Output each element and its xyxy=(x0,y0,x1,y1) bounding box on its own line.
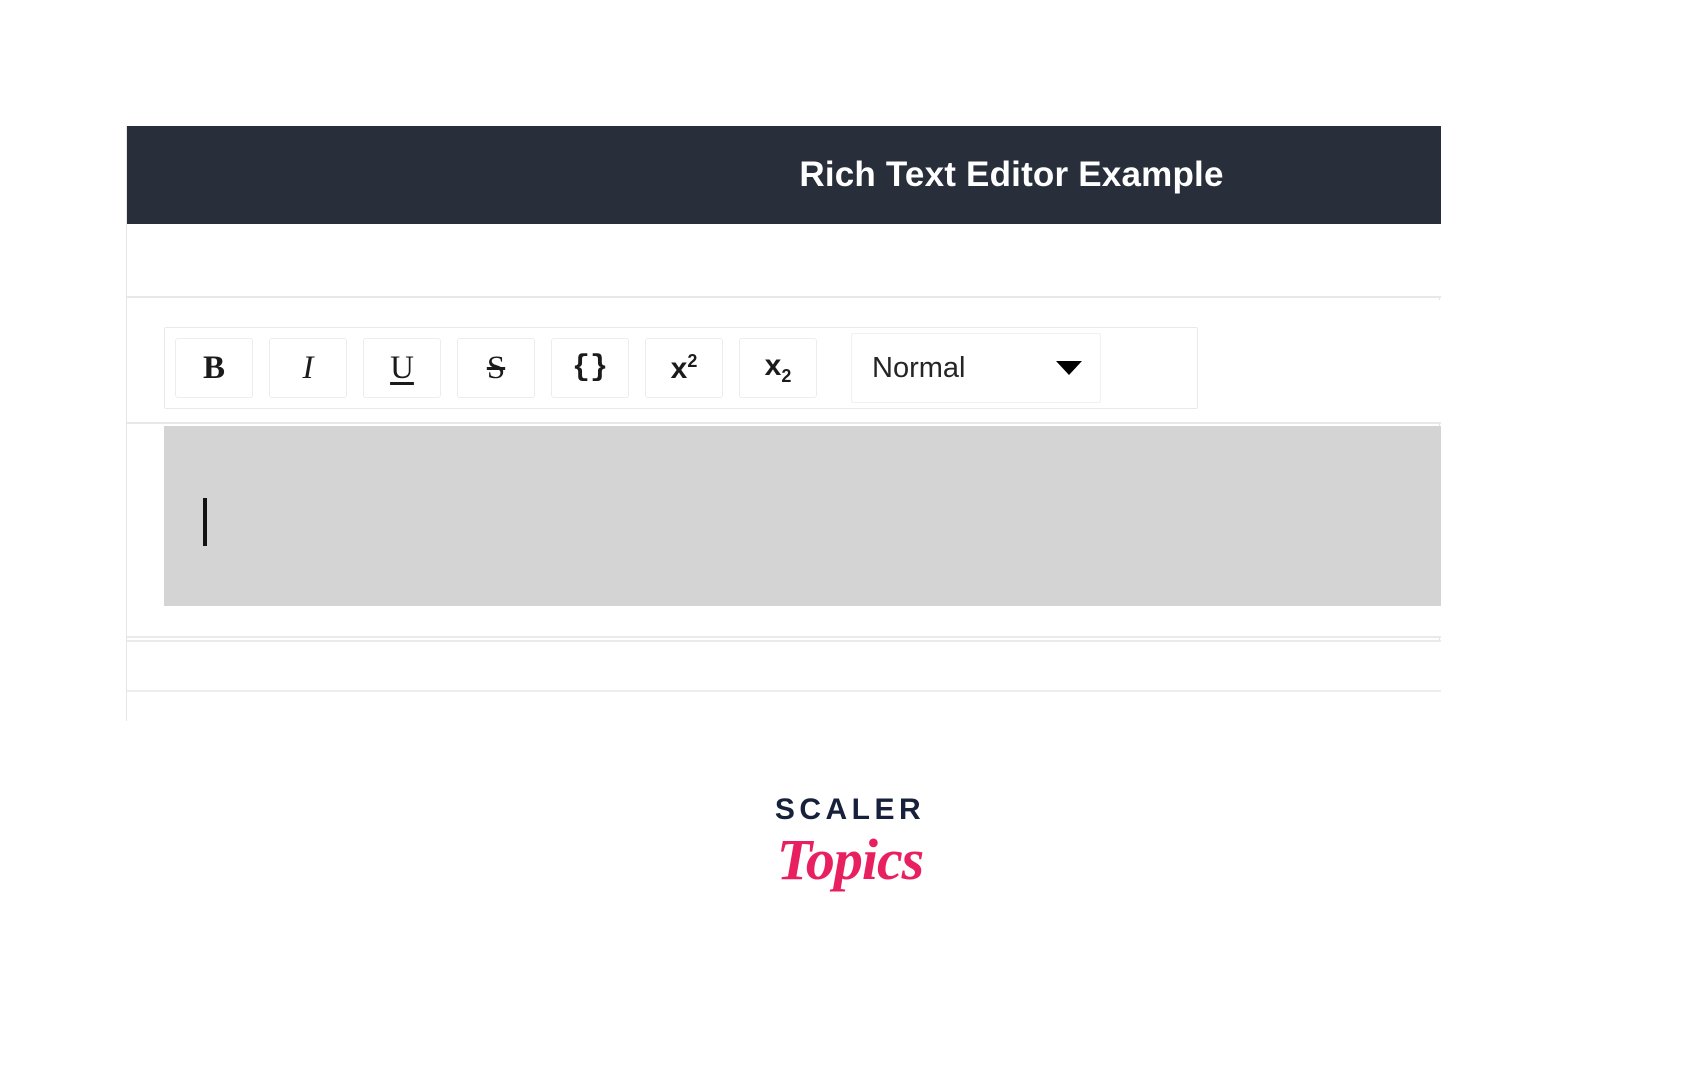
chevron-down-icon xyxy=(1056,361,1082,375)
subscript-base: x xyxy=(764,349,782,382)
editor-header: Rich Text Editor Example xyxy=(127,126,1441,224)
bold-icon: B xyxy=(202,349,225,386)
underline-button[interactable]: U xyxy=(363,338,441,398)
subscript-button[interactable]: x2 xyxy=(739,338,817,398)
format-select[interactable]: Normal xyxy=(851,333,1101,403)
subscript-index: 2 xyxy=(781,366,792,386)
scaler-topics-logo: SCALER Topics xyxy=(0,795,1700,889)
subscript-icon: x2 xyxy=(764,349,792,386)
editor-footer-strip xyxy=(127,690,1441,723)
logo-secondary-text: Topics xyxy=(776,827,925,892)
superscript-base: x xyxy=(670,352,688,385)
editor-content-container xyxy=(127,426,1441,638)
toolbar-container: B I U S {} x2 x2 Normal xyxy=(127,300,1441,424)
underline-icon: U xyxy=(390,349,414,386)
header-divider-band xyxy=(127,224,1441,298)
page-title: Rich Text Editor Example xyxy=(799,155,1224,194)
superscript-icon: x2 xyxy=(671,352,698,384)
code-braces-icon: {} xyxy=(571,351,608,385)
italic-icon: I xyxy=(302,349,314,386)
logo-primary-text: SCALER xyxy=(774,793,926,826)
formatting-toolbar: B I U S {} x2 x2 Normal xyxy=(164,327,1198,409)
strikethrough-button[interactable]: S xyxy=(457,338,535,398)
code-block-button[interactable]: {} xyxy=(551,338,629,398)
strikethrough-icon: S xyxy=(486,349,506,386)
editor-input[interactable] xyxy=(164,426,1441,606)
bold-button[interactable]: B xyxy=(175,338,253,398)
editor-footer xyxy=(127,640,1441,723)
superscript-exponent: 2 xyxy=(687,351,698,371)
superscript-button[interactable]: x2 xyxy=(645,338,723,398)
page-root: Rich Text Editor Example B I U S {} x2 x… xyxy=(0,0,1700,1086)
format-select-value: Normal xyxy=(872,351,966,384)
text-caret xyxy=(203,498,207,546)
italic-button[interactable]: I xyxy=(269,338,347,398)
rich-text-editor-card: Rich Text Editor Example B I U S {} x2 x… xyxy=(126,126,1441,723)
